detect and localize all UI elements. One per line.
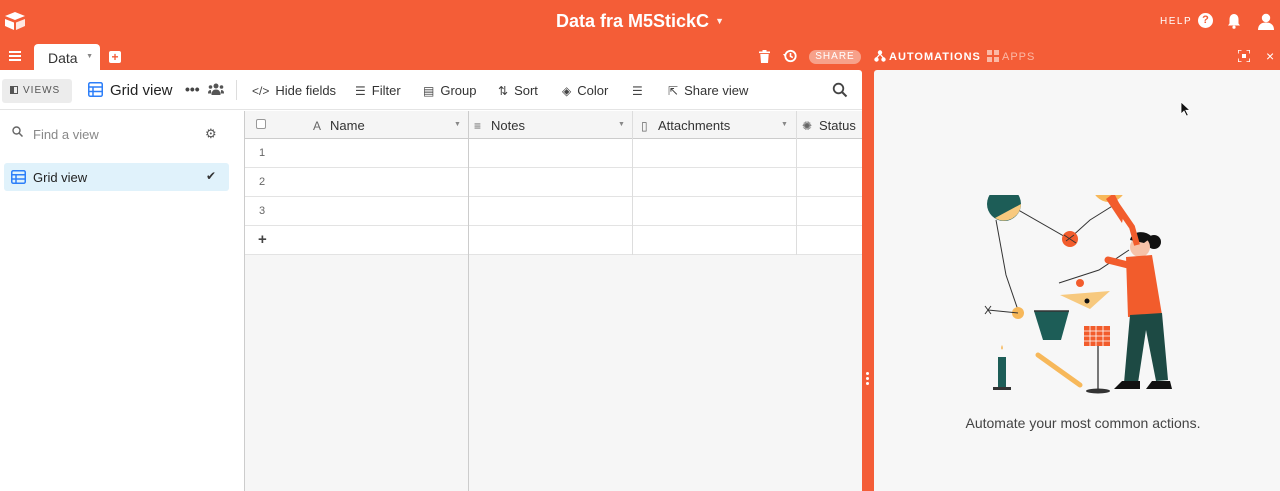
help-icon[interactable]: ?	[1198, 13, 1213, 28]
plus-icon: +	[258, 231, 267, 248]
sidebar-toggle-icon	[10, 86, 18, 94]
trash-icon[interactable]	[759, 50, 770, 63]
views-label: VIEWS	[23, 85, 61, 96]
views-toggle-button[interactable]: VIEWS	[2, 79, 72, 103]
view-bar: VIEWS Grid view ••• </> Hide fields ☰ Filt…	[0, 70, 862, 110]
column-divider	[632, 111, 633, 255]
find-view-placeholder: Find a view	[33, 127, 99, 142]
hamburger-menu-icon[interactable]	[9, 51, 21, 61]
row-number: 1	[259, 147, 266, 159]
share-view-icon: ⇱	[668, 84, 679, 98]
row-number: 2	[259, 176, 266, 188]
group-icon: ▤	[423, 84, 435, 98]
grid-view-icon	[88, 82, 103, 97]
base-title-label[interactable]: Data fra M5StickC	[556, 11, 709, 31]
share-button[interactable]: SHARE	[809, 50, 861, 64]
add-row-button[interactable]: +	[245, 226, 862, 255]
select-all-checkbox[interactable]	[256, 119, 266, 129]
automation-illustration	[984, 195, 1172, 394]
top-bar: Data fra M5StickC ▼ HELP ?	[0, 0, 1280, 44]
automations-panel: Automate your most common actions.	[874, 70, 1280, 491]
long-text-icon: ≡	[474, 119, 482, 133]
table-tab-bar: Data ▼ + SHARE AUTOMATIONS APPS ×	[0, 44, 1280, 70]
column-header-notes[interactable]: ≡ Notes ▼	[474, 111, 632, 139]
color-icon: ◈	[562, 84, 572, 98]
column-header-status[interactable]: ✺ Status	[802, 111, 862, 139]
expand-icon[interactable]	[1238, 50, 1250, 62]
sort-icon: ⇅	[498, 84, 509, 98]
share-view-button[interactable]: ⇱ Share view	[668, 83, 748, 98]
column-header-name[interactable]: A Name ▼	[313, 111, 468, 139]
table-row[interactable]: 3	[245, 197, 862, 226]
search-icon[interactable]	[832, 82, 848, 98]
apps-button[interactable]: APPS	[987, 50, 1035, 63]
share-view-label: Share view	[684, 83, 749, 98]
column-header-attachments[interactable]: ▯ Attachments ▼	[641, 111, 797, 139]
caret-down-icon[interactable]: ▼	[715, 16, 724, 26]
view-more-icon[interactable]: •••	[185, 81, 200, 97]
group-button[interactable]: ▤ Group	[423, 83, 476, 98]
add-table-icon[interactable]: +	[109, 51, 121, 63]
column-label: Attachments	[658, 118, 731, 133]
search-icon	[12, 126, 23, 137]
toolbar-divider	[236, 80, 237, 100]
views-sidebar: Find a view ⚙ Grid view ✔	[0, 111, 245, 491]
avatar-icon[interactable]	[1257, 12, 1275, 30]
sidebar-item-grid-view[interactable]: Grid view ✔	[4, 163, 229, 191]
tab-data[interactable]: Data ▼	[34, 44, 100, 70]
hide-fields-icon: </>	[252, 84, 270, 98]
records-grid: A Name ▼ ≡ Notes ▼ ▯ Attachments ▼ ✺ Status …	[245, 111, 862, 491]
tab-label: Data	[48, 50, 78, 66]
text-field-icon: A	[313, 119, 322, 133]
panel-resize-handle[interactable]	[866, 372, 869, 388]
find-view-input[interactable]: Find a view ⚙	[8, 122, 238, 146]
sort-button[interactable]: ⇅ Sort	[498, 83, 538, 98]
automations-button[interactable]: AUTOMATIONS	[874, 50, 981, 63]
row-height-button[interactable]: ☰	[632, 83, 649, 98]
hide-fields-button[interactable]: </> Hide fields	[252, 83, 336, 98]
row-height-icon: ☰	[632, 84, 643, 98]
bell-icon[interactable]	[1227, 13, 1241, 29]
status-icon: ✺	[802, 119, 813, 133]
view-name[interactable]: Grid view	[110, 82, 173, 99]
column-divider	[796, 111, 797, 255]
automations-empty-message: Automate your most common actions.	[965, 415, 1201, 431]
collaborators-icon[interactable]	[208, 83, 224, 95]
color-button[interactable]: ◈ Color	[562, 83, 608, 98]
apps-icon	[987, 50, 999, 62]
close-panel-icon[interactable]: ×	[1266, 48, 1274, 64]
sort-label: Sort	[514, 83, 538, 98]
chevron-down-icon[interactable]: ▼	[454, 121, 461, 128]
column-label: Status	[819, 118, 856, 133]
hide-fields-label: Hide fields	[275, 83, 337, 98]
group-label: Group	[440, 83, 477, 98]
chevron-down-icon[interactable]: ▼	[618, 121, 625, 128]
grid-header: A Name ▼ ≡ Notes ▼ ▯ Attachments ▼ ✺ Status	[245, 111, 862, 139]
checkmark-icon: ✔	[206, 169, 217, 183]
column-label: Notes	[491, 118, 525, 133]
filter-icon: ☰	[355, 84, 366, 98]
automations-icon	[874, 50, 886, 62]
chevron-down-icon[interactable]: ▼	[781, 121, 788, 128]
filter-button[interactable]: ☰ Filter	[355, 83, 401, 98]
base-title[interactable]: Data fra M5StickC ▼	[0, 11, 1280, 32]
help-label[interactable]: HELP	[1160, 16, 1192, 27]
filter-label: Filter	[371, 83, 401, 98]
table-row[interactable]: 2	[245, 168, 862, 197]
attachment-icon: ▯	[641, 119, 648, 133]
mouse-cursor-icon	[1180, 101, 1192, 117]
column-label: Name	[330, 118, 365, 133]
gear-icon[interactable]: ⚙	[205, 126, 217, 142]
row-number: 3	[259, 205, 266, 217]
frozen-column-divider[interactable]	[468, 111, 469, 491]
automations-label: AUTOMATIONS	[889, 51, 981, 63]
tab-caret-down-icon[interactable]: ▼	[86, 53, 93, 60]
grid-panel: VIEWS Grid view ••• </> Hide fields ☰ Filt…	[0, 70, 862, 491]
color-label: Color	[577, 83, 609, 98]
sidebar-item-label: Grid view	[33, 170, 88, 185]
grid-view-icon	[11, 170, 26, 184]
apps-label: APPS	[1002, 51, 1036, 63]
table-row[interactable]: 1	[245, 139, 862, 168]
history-icon[interactable]	[783, 49, 797, 63]
